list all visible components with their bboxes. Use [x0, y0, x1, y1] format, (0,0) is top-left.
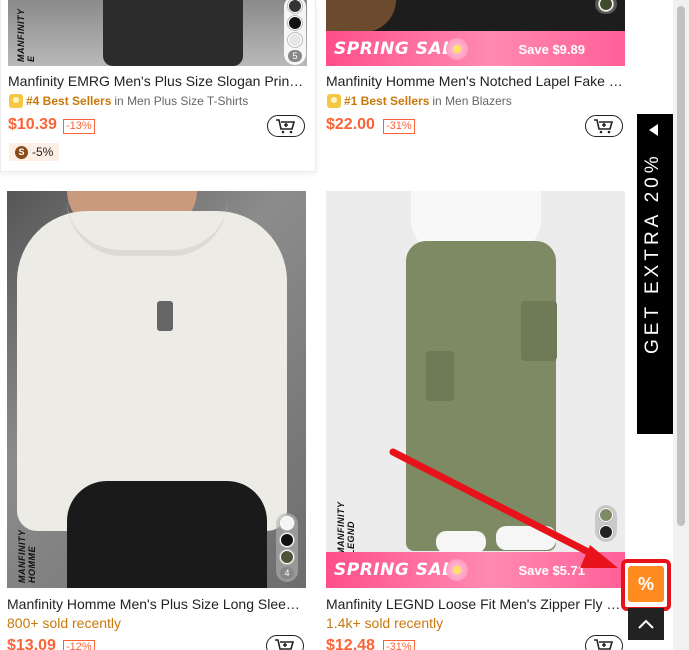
percent-icon: % — [637, 573, 654, 594]
product-price: $12.48 — [326, 637, 375, 650]
banner-save: Save $9.89 — [518, 41, 585, 57]
product-price: $22.00 — [326, 116, 375, 133]
product-image[interactable]: MANFINITY LEGND SPRING SALE Save $5.71 — [326, 191, 625, 588]
product-image[interactable]: MANFINITY E 5 — [8, 0, 307, 66]
swatch-count: 5 — [288, 50, 302, 62]
product-title[interactable]: Manfinity Homme Men's Notched Lapel Fake… — [326, 73, 624, 89]
color-swatches[interactable]: 4 — [276, 513, 298, 582]
sold-count: 1.4k+ sold recently — [326, 615, 444, 631]
add-to-cart-button[interactable] — [585, 115, 623, 137]
product-image[interactable]: SPRING SALE Save $9.89 — [326, 0, 625, 66]
flower-icon — [446, 38, 468, 60]
spring-sale-banner: SPRING SALE Save $9.89 — [326, 31, 625, 66]
rank-category: in Men Blazers — [432, 94, 512, 108]
cart-add-icon — [276, 119, 296, 134]
chevron-left-icon[interactable] — [649, 124, 658, 136]
rank-label: #1 Best Sellers — [344, 94, 430, 108]
best-seller-rank[interactable]: #4 Best Sellers in Men Plus Size T-Shirt… — [9, 94, 248, 108]
product-card-3[interactable]: MANFINITY HOMME 4 Manfinity Homme Men's … — [7, 191, 307, 650]
product-price: $10.39 — [8, 116, 57, 133]
swatch-black[interactable] — [599, 525, 613, 539]
brand-watermark: MANFINITY LEGND — [336, 501, 356, 555]
swatch-white[interactable] — [280, 516, 294, 530]
add-to-cart-button[interactable] — [267, 115, 305, 137]
swatch-black[interactable] — [280, 533, 294, 547]
medal-icon — [327, 94, 341, 108]
discount-badge: -31% — [383, 119, 415, 134]
product-image[interactable]: MANFINITY HOMME 4 — [7, 191, 306, 588]
brand-watermark: MANFINITY HOMME — [17, 529, 37, 583]
coupon-float-button[interactable]: % — [628, 566, 664, 602]
chevron-up-icon — [638, 619, 654, 629]
color-swatches[interactable]: 5 — [284, 0, 306, 65]
product-card-4[interactable]: MANFINITY LEGND SPRING SALE Save $5.71 M… — [326, 191, 626, 650]
swatch-green[interactable] — [599, 508, 613, 522]
product-card-2[interactable]: SPRING SALE Save $9.89 Manfinity Homme M… — [326, 0, 626, 140]
swatch-olive[interactable] — [280, 550, 294, 564]
swatch-black[interactable] — [288, 16, 302, 30]
coupon-badge: S -5% — [9, 143, 60, 161]
swatch-light[interactable] — [288, 33, 302, 47]
discount-badge: -31% — [383, 640, 415, 650]
coupon-text: -5% — [32, 145, 54, 159]
sold-count: 800+ sold recently — [7, 615, 122, 631]
rank-category: in Men Plus Size T-Shirts — [114, 94, 249, 108]
color-swatches[interactable] — [595, 505, 617, 542]
product-title[interactable]: Manfinity Homme Men's Plus Size Long Sle… — [7, 596, 305, 612]
rank-label: #4 Best Sellers — [26, 94, 112, 108]
get-extra-promo-tab[interactable]: GET EXTRA 20% — [637, 114, 673, 434]
discount-badge: -12% — [63, 640, 95, 650]
back-to-top-button[interactable] — [628, 608, 664, 640]
discount-badge: -13% — [63, 119, 95, 134]
cart-add-icon — [594, 119, 614, 134]
add-to-cart-button[interactable] — [266, 635, 304, 650]
best-seller-rank[interactable]: #1 Best Sellers in Men Blazers — [327, 94, 512, 108]
banner-save: Save $5.71 — [518, 562, 585, 578]
scrollbar-thumb[interactable] — [677, 6, 685, 526]
spring-sale-banner: SPRING SALE Save $5.71 — [326, 552, 625, 588]
product-title[interactable]: Manfinity LEGND Loose Fit Men's Zipper F… — [326, 596, 624, 612]
product-title[interactable]: Manfinity EMRG Men's Plus Size Slogan Pr… — [8, 73, 306, 89]
medal-icon — [9, 94, 23, 108]
coin-icon: S — [15, 145, 28, 159]
swatch-green[interactable] — [599, 0, 613, 11]
promo-tab-text: GET EXTRA 20% — [642, 152, 663, 354]
product-price: $13.09 — [7, 637, 56, 650]
swatch-count: 4 — [280, 567, 294, 579]
page-scrollbar[interactable] — [673, 0, 689, 650]
add-to-cart-button[interactable] — [585, 635, 623, 650]
flower-icon — [446, 559, 468, 581]
color-swatches[interactable] — [595, 0, 617, 14]
cart-add-icon — [594, 639, 614, 650]
cart-add-icon — [275, 639, 295, 650]
brand-watermark: MANFINITY E — [16, 8, 36, 62]
swatch-dark[interactable] — [288, 0, 302, 13]
product-card-1[interactable]: MANFINITY E 5 Manfinity EMRG Men's Plus … — [0, 0, 316, 172]
